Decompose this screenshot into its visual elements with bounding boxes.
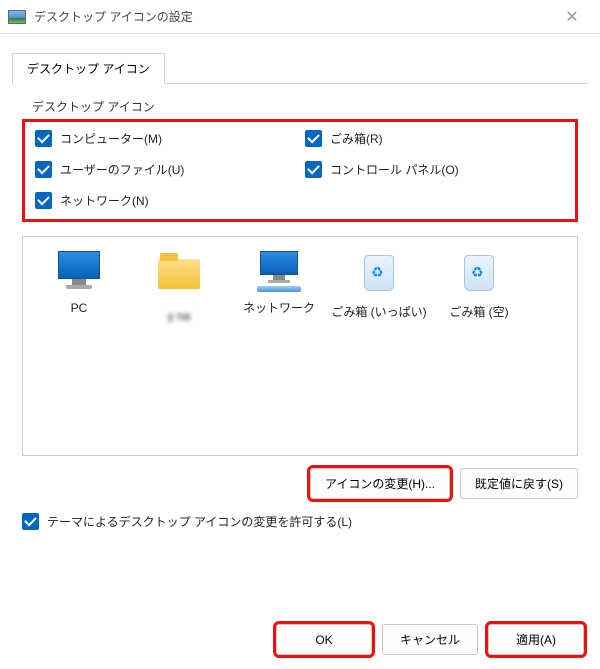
icon-label: ネットワーク — [231, 301, 327, 317]
checkbox-userfiles[interactable]: ユーザーのファイル(U) — [35, 161, 295, 178]
groupbox-label: デスクトップ アイコン — [28, 98, 578, 115]
checkbox-controlpanel[interactable]: コントロール パネル(O) — [305, 161, 565, 178]
tab-panel: デスクトップ アイコン コンピューター(M) ごみ箱(R) ユーザーのファイル(… — [12, 83, 588, 540]
tab-bar: デスクトップ アイコン — [0, 34, 600, 83]
cancel-button[interactable]: キャンセル — [382, 624, 478, 655]
groupbox-desktop-icons: デスクトップ アイコン コンピューター(M) ごみ箱(R) ユーザーのファイル(… — [22, 98, 578, 222]
checkbox-label: ネットワーク(N) — [60, 192, 149, 209]
icon-label: ごみ箱 (空) — [431, 305, 527, 321]
checkbox-computer[interactable]: コンピューター(M) — [35, 130, 295, 147]
checkbox-icon[interactable] — [305, 161, 322, 178]
checkbox-icon[interactable] — [35, 161, 52, 178]
recycle-bin-full-icon — [355, 255, 403, 299]
window-app-icon — [8, 10, 26, 24]
highlight-box-checkboxes: コンピューター(M) ごみ箱(R) ユーザーのファイル(U) コントロール パネ… — [22, 119, 578, 222]
icon-item-pc[interactable]: PC — [31, 251, 127, 317]
window-title: デスクトップ アイコンの設定 — [34, 8, 552, 25]
checkbox-icon[interactable] — [35, 130, 52, 147]
ok-button[interactable]: OK — [276, 624, 372, 655]
icon-label: ごみ箱 (いっぱい) — [331, 305, 427, 321]
checkbox-label: ごみ箱(R) — [330, 130, 383, 147]
icon-label: y na — [131, 309, 227, 325]
checkbox-icon[interactable] — [35, 192, 52, 209]
close-icon[interactable]: ✕ — [552, 7, 592, 27]
icon-preview-well: PC y na ネットワーク ごみ箱 (いっぱい) ごみ箱 (空) — [22, 236, 578, 456]
change-icon-button[interactable]: アイコンの変更(H)... — [310, 468, 450, 499]
pc-icon — [55, 251, 103, 295]
network-icon — [255, 251, 303, 295]
icon-label: PC — [31, 301, 127, 317]
checkbox-icon[interactable] — [305, 130, 322, 147]
checkbox-recyclebin[interactable]: ごみ箱(R) — [305, 130, 565, 147]
folder-icon — [155, 259, 203, 303]
tab-desktop-icons[interactable]: デスクトップ アイコン — [12, 53, 165, 84]
checkbox-network[interactable]: ネットワーク(N) — [35, 192, 295, 209]
titlebar: デスクトップ アイコンの設定 ✕ — [0, 0, 600, 34]
checkbox-theme-allow[interactable]: テーマによるデスクトップ アイコンの変更を許可する(L) — [22, 513, 578, 530]
checkbox-label: コントロール パネル(O) — [330, 161, 459, 178]
icon-item-recyclebin-full[interactable]: ごみ箱 (いっぱい) — [331, 251, 427, 321]
checkbox-icon[interactable] — [22, 513, 39, 530]
restore-default-button[interactable]: 既定値に戻す(S) — [460, 468, 578, 499]
recycle-bin-empty-icon — [455, 255, 503, 299]
apply-button[interactable]: 適用(A) — [488, 624, 584, 655]
dialog-footer: OK キャンセル 適用(A) — [276, 624, 584, 655]
checkbox-label: ユーザーのファイル(U) — [60, 161, 184, 178]
checkbox-grid: コンピューター(M) ごみ箱(R) ユーザーのファイル(U) コントロール パネ… — [35, 130, 565, 209]
icon-item-userfiles[interactable]: y na — [131, 251, 227, 325]
checkbox-label: コンピューター(M) — [60, 130, 162, 147]
icon-item-network[interactable]: ネットワーク — [231, 251, 327, 317]
icon-item-recyclebin-empty[interactable]: ごみ箱 (空) — [431, 251, 527, 321]
icon-buttons-row: アイコンの変更(H)... 既定値に戻す(S) — [22, 468, 578, 499]
checkbox-label: テーマによるデスクトップ アイコンの変更を許可する(L) — [47, 513, 352, 530]
